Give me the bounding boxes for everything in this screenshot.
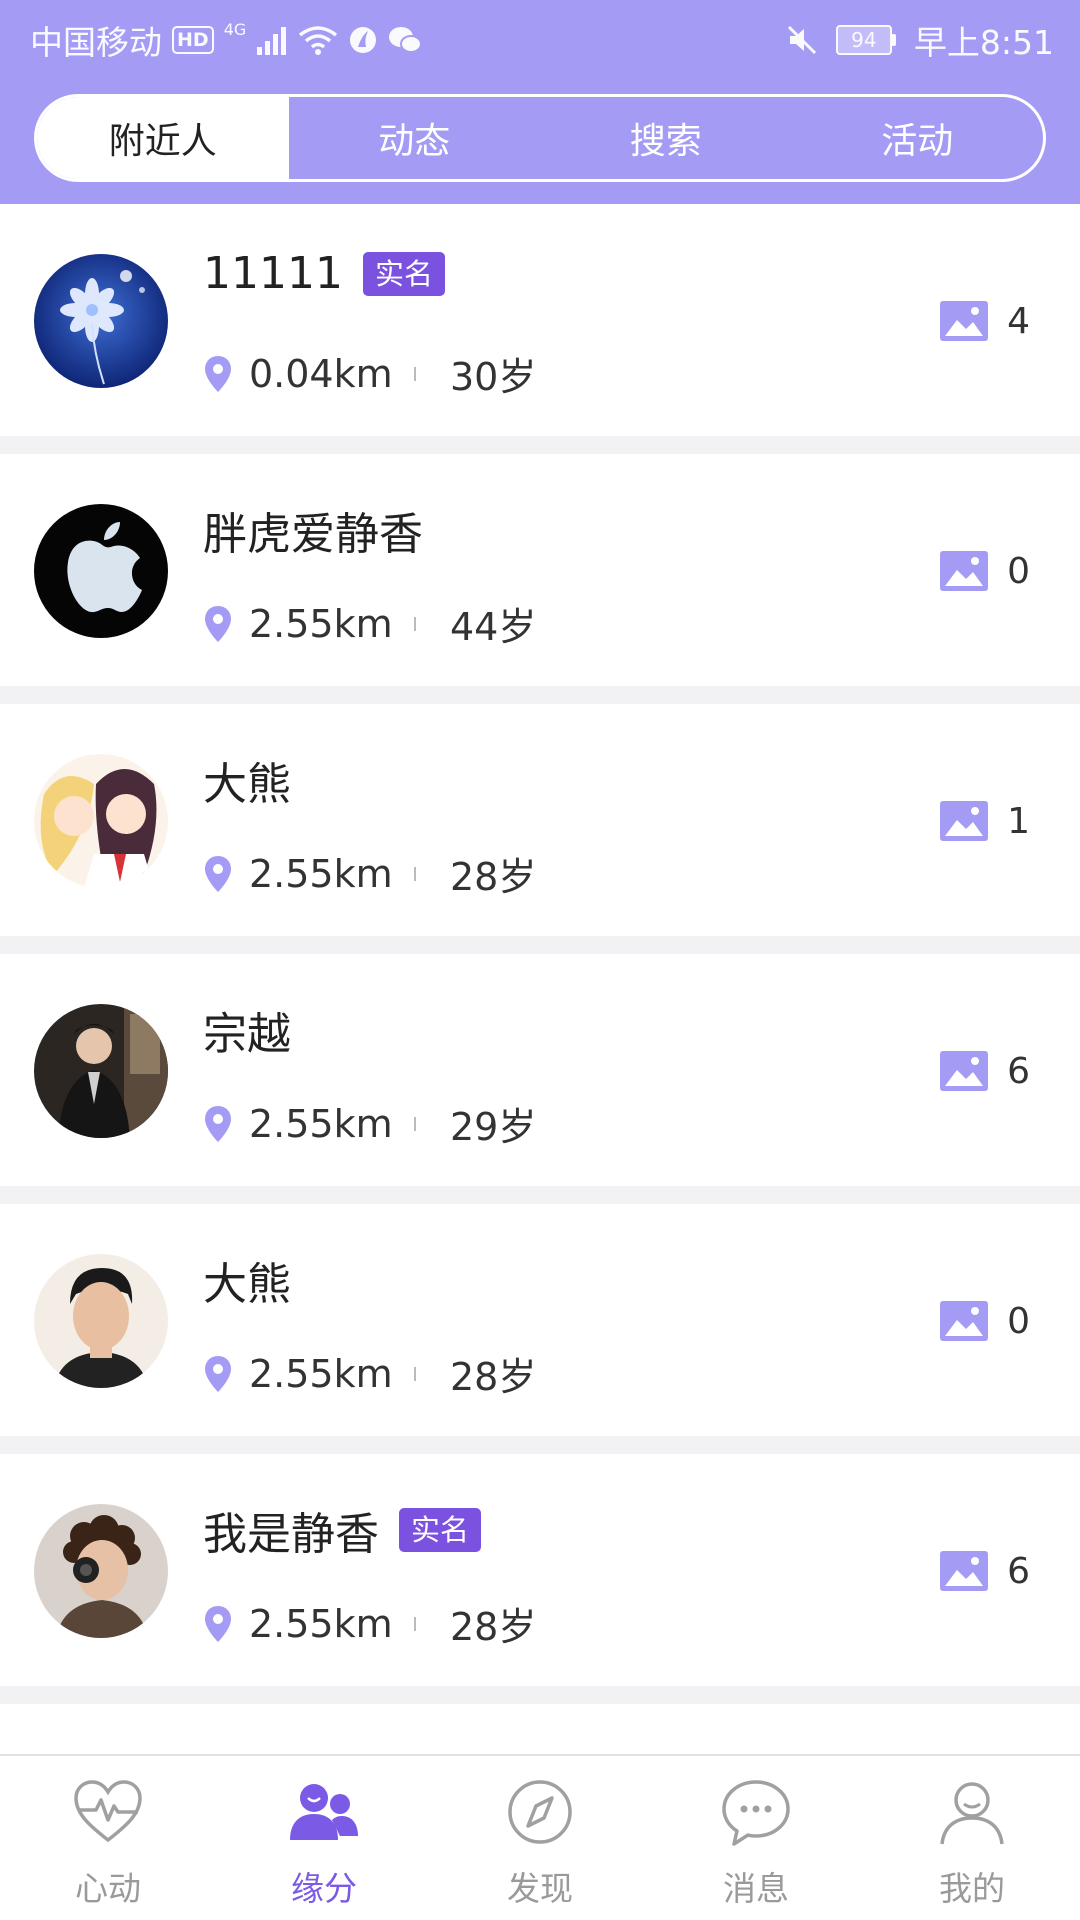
bottom-nav: 心动 缘分 发现 消息 我的 xyxy=(0,1754,1080,1920)
distance: 2.55km xyxy=(249,1601,393,1646)
user-name: 我是静香 xyxy=(203,1509,379,1560)
verified-badge: 实名 xyxy=(362,251,445,296)
portrait-avatar xyxy=(34,1254,168,1388)
age: 44岁 xyxy=(450,605,537,649)
photo-count: 6 xyxy=(1007,1050,1030,1092)
avatar[interactable] xyxy=(34,1254,168,1388)
header: 中国移动 HD 4G 94 早上8:51 附近人 动态 搜索 活动 xyxy=(0,0,1080,204)
apple-logo-avatar xyxy=(34,504,168,638)
flower-avatar xyxy=(34,254,168,388)
network-label: 4G xyxy=(223,20,247,39)
carrier-label: 中国移动 xyxy=(30,23,162,62)
person-icon xyxy=(940,1782,1004,1845)
avatar[interactable] xyxy=(34,1504,168,1638)
location-pin-icon xyxy=(205,1355,231,1392)
nav-item-messages[interactable]: 消息 xyxy=(648,1756,864,1920)
user-row[interactable]: 大熊 2.55km 28岁 1 xyxy=(0,704,1080,936)
mute-icon xyxy=(787,25,816,55)
nav-item-discover[interactable]: 发现 xyxy=(432,1756,648,1920)
tab-events[interactable]: 活动 xyxy=(792,97,1044,179)
user-name: 胖虎爱静香 xyxy=(203,509,423,560)
tab-search[interactable]: 搜索 xyxy=(540,97,792,179)
divider xyxy=(414,366,416,381)
status-bar: 中国移动 HD 4G 94 早上8:51 xyxy=(0,0,1080,78)
clock: 早上8:51 xyxy=(913,23,1054,62)
distance: 2.55km xyxy=(249,1351,393,1396)
nav-item-profile[interactable]: 我的 xyxy=(864,1756,1080,1920)
top-tabs: 附近人 动态 搜索 活动 xyxy=(34,94,1046,182)
anime-avatar xyxy=(34,754,168,888)
photo-album-icon xyxy=(940,301,989,341)
photo-count: 0 xyxy=(1007,550,1030,592)
heart-pulse-icon xyxy=(74,1780,142,1843)
age: 28岁 xyxy=(450,1605,537,1649)
age: 28岁 xyxy=(450,855,537,899)
age: 29岁 xyxy=(450,1105,537,1149)
app-notification-icon xyxy=(350,27,377,53)
nav-label: 发现 xyxy=(507,1869,573,1908)
avatar[interactable] xyxy=(34,504,168,638)
curly-hair-avatar xyxy=(34,1504,168,1638)
verified-badge: 实名 xyxy=(399,1508,482,1552)
distance: 2.55km xyxy=(249,1101,393,1146)
user-row[interactable]: 宗越 2.55km 29岁 6 xyxy=(0,954,1080,1186)
nav-label: 消息 xyxy=(723,1869,789,1908)
wifi-icon xyxy=(299,26,338,55)
photo-count: 1 xyxy=(1007,800,1030,842)
signal-icon xyxy=(257,27,287,55)
user-name: 大熊 xyxy=(203,759,291,810)
user-name: 宗越 xyxy=(203,1009,291,1060)
distance: 0.04km xyxy=(249,351,393,396)
people-icon xyxy=(290,1784,358,1840)
user-row[interactable]: 我是静香 实名 2.55km 28岁 6 xyxy=(0,1454,1080,1686)
avatar[interactable] xyxy=(34,1004,168,1138)
nav-item-heartbeat[interactable]: 心动 xyxy=(0,1756,216,1920)
nav-item-fate[interactable]: 缘分 xyxy=(216,1756,432,1920)
hd-badge: HD xyxy=(172,26,214,54)
distance: 2.55km xyxy=(249,601,393,646)
photo-album-icon xyxy=(940,1301,989,1341)
user-row[interactable]: 胖虎爱静香 2.55km 44岁 0 xyxy=(0,454,1080,686)
user-row[interactable]: 大熊 2.55km 28岁 0 xyxy=(0,1204,1080,1436)
distance: 2.55km xyxy=(249,851,393,896)
costume-avatar xyxy=(34,1004,168,1138)
age: 30岁 xyxy=(450,355,537,399)
nav-label: 心动 xyxy=(75,1869,141,1908)
compass-icon xyxy=(508,1780,572,1844)
avatar[interactable] xyxy=(34,254,168,388)
photo-count: 0 xyxy=(1007,1300,1030,1342)
nav-label: 缘分 xyxy=(291,1869,357,1908)
location-pin-icon xyxy=(205,855,231,892)
photo-album-icon xyxy=(940,551,989,591)
divider xyxy=(414,1366,416,1381)
location-pin-icon xyxy=(205,1105,231,1142)
photo-album-icon xyxy=(940,1551,989,1591)
photo-count: 4 xyxy=(1007,300,1030,342)
tab-moments[interactable]: 动态 xyxy=(289,97,541,179)
avatar[interactable] xyxy=(34,754,168,888)
tab-nearby[interactable]: 附近人 xyxy=(37,97,289,179)
divider xyxy=(414,616,416,631)
location-pin-icon xyxy=(205,355,231,392)
age: 28岁 xyxy=(450,1355,537,1399)
nearby-user-list: 11111 实名 0.04km 30岁 4 胖虎爱静香 2.55km 44岁 0… xyxy=(0,204,1080,1704)
battery-indicator: 94 xyxy=(835,25,896,55)
user-name: 大熊 xyxy=(203,1259,291,1310)
user-row[interactable]: 11111 实名 0.04km 30岁 4 xyxy=(0,204,1080,436)
divider xyxy=(414,1616,416,1631)
chat-bubble-icon xyxy=(722,1780,790,1846)
location-pin-icon xyxy=(205,1605,231,1642)
divider xyxy=(414,1116,416,1131)
photo-album-icon xyxy=(940,1051,989,1091)
photo-count: 6 xyxy=(1007,1550,1030,1592)
divider xyxy=(414,866,416,881)
location-pin-icon xyxy=(205,605,231,642)
photo-album-icon xyxy=(940,801,989,841)
nav-label: 我的 xyxy=(939,1869,1005,1908)
wechat-icon xyxy=(389,27,423,53)
user-name: 11111 xyxy=(203,248,343,299)
